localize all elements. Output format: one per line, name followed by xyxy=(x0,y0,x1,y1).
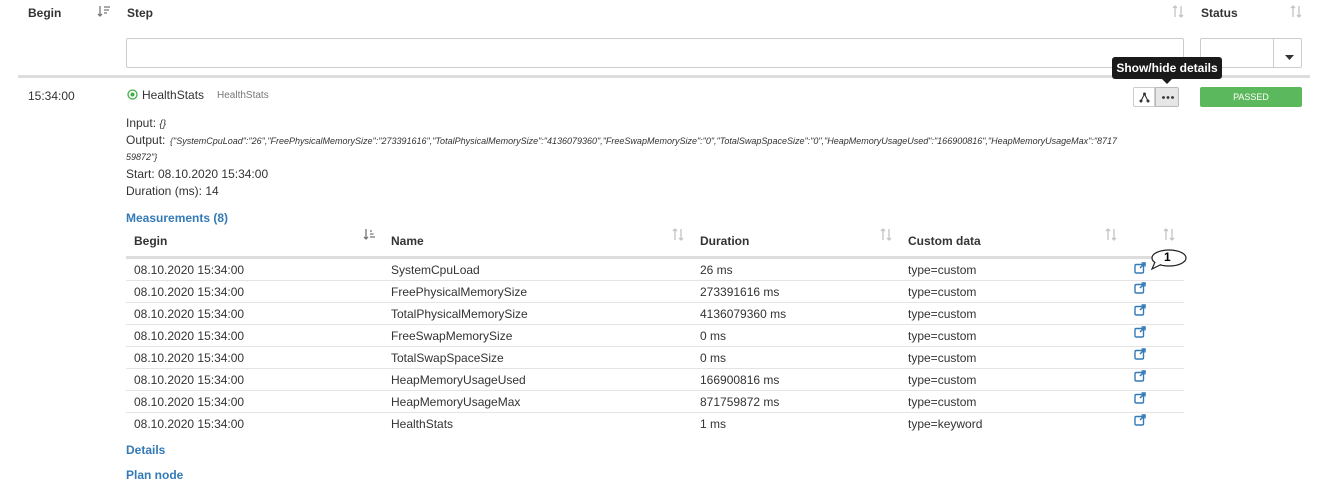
external-link-icon[interactable] xyxy=(1134,414,1146,426)
table-row: 08.10.2020 15:34:00 TotalSwapSpaceSize 0… xyxy=(126,346,1184,369)
step-subname: HealthStats xyxy=(217,90,269,101)
cell-custom: type=custom xyxy=(908,351,977,365)
measurements-header-begin[interactable]: Begin xyxy=(134,234,167,248)
table-row: 08.10.2020 15:34:00 FreePhysicalMemorySi… xyxy=(126,280,1184,303)
tree-icon xyxy=(1139,92,1150,103)
tree-button[interactable] xyxy=(1133,87,1155,107)
tooltip-arrow xyxy=(1162,79,1172,84)
input-value: {} xyxy=(159,119,167,130)
cell-duration: 4136079360 ms xyxy=(700,307,787,321)
sort-icon[interactable] xyxy=(1163,228,1175,244)
cell-name: HeapMemoryUsageUsed xyxy=(391,373,526,387)
column-header-begin[interactable]: Begin xyxy=(28,6,61,20)
sort-icon[interactable] xyxy=(1172,5,1184,21)
cell-begin: 08.10.2020 15:34:00 xyxy=(134,417,245,431)
sort-desc-icon[interactable] xyxy=(97,5,111,21)
annotation-number: 1 xyxy=(1164,250,1171,264)
cell-duration: 0 ms xyxy=(700,329,727,343)
input-line: Input: {} xyxy=(126,116,166,130)
cell-duration: 0 ms xyxy=(700,351,727,365)
cell-duration: 871759872 ms xyxy=(700,395,780,409)
step-time: 15:34:00 xyxy=(28,89,75,103)
table-row: 08.10.2020 15:34:00 HealthStats 1 ms typ… xyxy=(126,412,1184,434)
cell-custom: type=custom xyxy=(908,329,977,343)
external-link-icon[interactable] xyxy=(1134,370,1146,382)
cell-begin: 08.10.2020 15:34:00 xyxy=(134,329,245,343)
cell-begin: 08.10.2020 15:34:00 xyxy=(134,351,245,365)
step-filter-input[interactable] xyxy=(126,38,1184,68)
step-name[interactable]: HealthStats xyxy=(142,88,204,102)
cell-name: TotalPhysicalMemorySize xyxy=(391,307,528,321)
duration-text: Duration (ms): 14 xyxy=(126,184,219,198)
sort-icon[interactable] xyxy=(1105,228,1117,244)
table-row: 08.10.2020 15:34:00 FreeSwapMemorySize 0… xyxy=(126,324,1184,347)
cell-duration: 273391616 ms xyxy=(700,285,780,299)
cell-begin: 08.10.2020 15:34:00 xyxy=(134,307,245,321)
external-link-icon[interactable] xyxy=(1134,282,1146,294)
column-header-status[interactable]: Status xyxy=(1201,6,1238,20)
table-row: 08.10.2020 15:34:00 SystemCpuLoad 26 ms … xyxy=(126,258,1184,281)
show-hide-details-button[interactable] xyxy=(1155,87,1179,107)
plan-node-link[interactable]: Plan node xyxy=(126,468,183,482)
external-link-icon[interactable] xyxy=(1134,262,1146,274)
sort-asc-icon[interactable] xyxy=(363,228,376,244)
table-row: 08.10.2020 15:34:00 TotalPhysicalMemoryS… xyxy=(126,302,1184,325)
output-label: Output: xyxy=(126,133,166,147)
details-link[interactable]: Details xyxy=(126,443,165,457)
table-row: 08.10.2020 15:34:00 HeapMemoryUsageMax 8… xyxy=(126,390,1184,413)
cell-name: FreeSwapMemorySize xyxy=(391,329,513,343)
tooltip: Show/hide details xyxy=(1112,57,1222,79)
cell-duration: 26 ms xyxy=(700,263,733,277)
cell-custom: type=custom xyxy=(908,395,977,409)
external-link-icon[interactable] xyxy=(1134,304,1146,316)
table-row: 08.10.2020 15:34:00 HeapMemoryUsageUsed … xyxy=(126,368,1184,391)
status-badge: PASSED xyxy=(1200,87,1302,107)
cell-duration: 166900816 ms xyxy=(700,373,780,387)
output-value: {"SystemCpuLoad":"26","FreePhysicalMemor… xyxy=(170,136,1118,146)
output-value-continued: 59872"} xyxy=(126,152,158,162)
cell-begin: 08.10.2020 15:34:00 xyxy=(134,285,245,299)
measurements-header-name[interactable]: Name xyxy=(391,234,424,248)
measurements-header-custom[interactable]: Custom data xyxy=(908,234,981,248)
measurements-header-duration[interactable]: Duration xyxy=(700,234,749,248)
cell-begin: 08.10.2020 15:34:00 xyxy=(134,263,245,277)
cell-name: HeapMemoryUsageMax xyxy=(391,395,521,409)
external-link-icon[interactable] xyxy=(1134,392,1146,404)
cell-custom: type=custom xyxy=(908,285,977,299)
cell-name: HealthStats xyxy=(391,417,454,431)
cell-custom: type=keyword xyxy=(908,417,983,431)
cell-name: FreePhysicalMemorySize xyxy=(391,285,528,299)
sort-icon[interactable] xyxy=(880,228,892,244)
caret-down-icon[interactable] xyxy=(1285,50,1294,64)
cell-custom: type=custom xyxy=(908,307,977,321)
check-circle-icon xyxy=(127,89,138,103)
cell-begin: 08.10.2020 15:34:00 xyxy=(134,373,245,387)
measurements-toggle[interactable]: Measurements (8) xyxy=(126,211,228,225)
external-link-icon[interactable] xyxy=(1134,348,1146,360)
cell-name: TotalSwapSpaceSize xyxy=(391,351,504,365)
start-text: Start: 08.10.2020 15:34:00 xyxy=(126,167,269,181)
select-divider xyxy=(1273,39,1274,67)
sort-icon[interactable] xyxy=(672,228,684,244)
cell-custom: type=custom xyxy=(908,373,977,387)
annotation-bubble: 1 xyxy=(1150,248,1188,273)
cell-name: SystemCpuLoad xyxy=(391,263,480,277)
cell-duration: 1 ms xyxy=(700,417,727,431)
column-header-step[interactable]: Step xyxy=(127,6,153,20)
external-link-icon[interactable] xyxy=(1134,326,1146,338)
input-label: Input: xyxy=(126,116,157,130)
cell-begin: 08.10.2020 15:34:00 xyxy=(134,395,245,409)
cell-custom: type=custom xyxy=(908,263,977,277)
sort-icon[interactable] xyxy=(1290,5,1302,21)
ellipsis-icon xyxy=(1162,96,1174,99)
